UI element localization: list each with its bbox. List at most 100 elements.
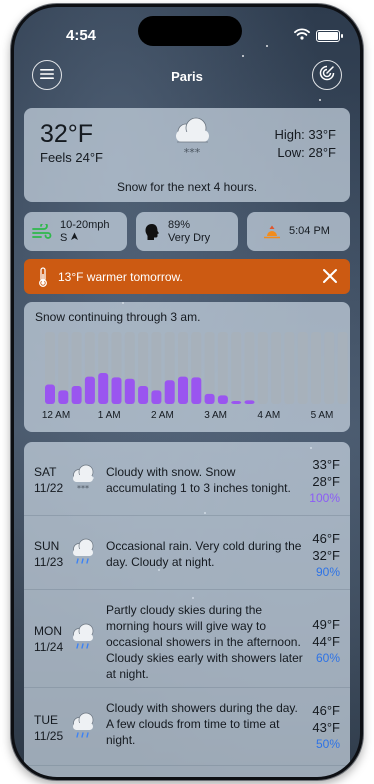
precip-bar [71, 386, 82, 404]
forecast-dow: SAT [34, 465, 57, 479]
forecast-precip-chance: 50% [315, 737, 340, 751]
precip-bar [111, 377, 122, 404]
app-screen: 4:54 Paris 32°F Feels 24°F *** High: 33°… [14, 7, 360, 777]
forecast-row[interactable]: SUN 11/23 Occasional rain. Very cold dur… [24, 516, 350, 590]
hour-label: 1 AM [97, 410, 121, 421]
forecast-dow: MON [34, 624, 62, 638]
forecast-temps: 46°F 32°F 90% [312, 530, 340, 581]
precip-bar [178, 376, 188, 404]
high-temp: High: 33°F [274, 127, 336, 142]
forecast-high: 49°F [312, 617, 340, 632]
precip-bar-track [231, 332, 242, 404]
daily-forecast-card[interactable]: SAT 11/22 *** Cloudy with snow. Snow acc… [24, 442, 350, 777]
precip-bar [58, 390, 69, 404]
head-profile-icon [144, 223, 160, 241]
forecast-temps: 49°F 44°F 60% [312, 616, 340, 667]
wind-speed: 10-20mph [60, 218, 110, 231]
forecast-date: 11/25 [34, 729, 64, 743]
low-temp: Low: 28°F [277, 145, 336, 160]
wind-icon [32, 223, 52, 240]
dynamic-island [138, 16, 242, 46]
forecast-row[interactable]: TUE 11/25 Cloudy with showers during the… [24, 688, 350, 766]
snowflake-dot [266, 45, 268, 47]
humidity-card[interactable]: 89% Very Dry [136, 212, 238, 251]
forecast-description: Cloudy with snow. Snow accumulating 1 to… [106, 465, 291, 495]
sunset-card[interactable]: 5:04 PM [247, 212, 350, 251]
close-icon[interactable] [322, 268, 338, 287]
status-icons [294, 27, 343, 45]
svg-text:***: *** [77, 484, 89, 493]
precip-bar-track [257, 332, 268, 404]
thermometer-icon [38, 266, 48, 287]
hour-label: 2 AM [150, 410, 174, 421]
hour-label: 12 AM [41, 410, 71, 421]
hourly-precip-card[interactable]: Snow continuing through 3 am. 12 AM 1 AM 2… [24, 302, 350, 432]
forecast-day: SUN 11/23 [34, 538, 63, 570]
precip-bar-track [337, 332, 348, 404]
forecast-row[interactable]: MON 11/24 Partly cloudy skies during the… [24, 590, 350, 688]
forecast-date: 11/22 [34, 481, 64, 495]
forecast-date: 11/24 [34, 640, 64, 654]
precip-bar [151, 390, 162, 404]
forecast-day: MON 11/24 [34, 623, 63, 655]
hour-label: 4 AM [257, 410, 281, 421]
sunset-time: 5:04 PM [289, 225, 330, 237]
precip-bar [204, 393, 215, 404]
radar-icon [319, 65, 335, 86]
forecast-precip-chance: 60% [315, 651, 340, 665]
forecast-dow: SUN [34, 539, 60, 553]
forecast-temps: 33°F 28°F 100% [309, 456, 340, 507]
phone-frame: 4:54 Paris 32°F Feels 24°F *** High: 33°… [11, 4, 363, 780]
wind-arrow-icon [70, 232, 79, 244]
wifi-icon [294, 27, 310, 45]
forecast-high: 33°F [312, 457, 340, 472]
forecast-high: 46°F [312, 703, 340, 718]
forecast-description: Partly cloudy skies during the morning h… [106, 603, 303, 681]
snowflake-dot [242, 55, 244, 57]
precip-bar [191, 377, 202, 404]
precip-bar [231, 401, 242, 404]
wind-card[interactable]: 10-20mph S [24, 212, 127, 251]
hour-label: 5 AM [310, 410, 334, 421]
precip-bar [124, 378, 135, 404]
forecast-row[interactable]: SAT 11/22 *** Cloudy with snow. Snow acc… [24, 442, 350, 516]
current-summary: Snow for the next 4 hours. [116, 180, 258, 194]
rain-cloud-icon [70, 623, 96, 658]
radar-button[interactable] [312, 60, 342, 90]
precip-bar-track [271, 332, 282, 404]
precip-bar-track [297, 332, 308, 404]
precip-bar [217, 395, 228, 404]
snowflake-dot [319, 99, 321, 101]
rain-cloud-icon [70, 538, 96, 573]
forecast-low: 28°F [312, 474, 340, 489]
forecast-dow: TUE [34, 713, 58, 727]
precip-bar-track [311, 332, 321, 404]
precip-bar-chart [45, 332, 348, 404]
forecast-date: 11/23 [34, 555, 64, 569]
forecast-description: Occasional rain. Very cold during the da… [106, 539, 302, 569]
forecast-day: SAT 11/22 [34, 464, 63, 496]
forecast-low: 43°F [312, 720, 340, 735]
high-low: High: 33°F Low: 28°F [274, 126, 336, 162]
forecast-precip-chance: 90% [315, 565, 340, 579]
forecast-temps: 46°F 43°F 50% [312, 702, 340, 753]
humidity-value: 89% [168, 218, 191, 231]
current-conditions-card[interactable]: 32°F Feels 24°F *** High: 33°F Low: 28°F… [24, 108, 350, 202]
precip-bar-track [324, 332, 335, 404]
forecast-low: 32°F [312, 548, 340, 563]
feels-like: Feels 24°F [40, 150, 104, 165]
precip-bar [45, 384, 55, 404]
alert-text: 13°F warmer tomorrow. [58, 269, 183, 284]
precip-bar [164, 380, 175, 404]
precip-bar [244, 400, 255, 404]
temperature-alert-banner[interactable]: 13°F warmer tomorrow. [24, 259, 350, 294]
forecast-description: Cloudy with showers during the day. A fe… [106, 701, 298, 747]
battery-icon [316, 30, 343, 42]
forecast-precip-chance: 100% [309, 491, 340, 505]
current-temperature: 32°F [40, 120, 94, 148]
status-time: 4:54 [66, 27, 97, 44]
forecast-low: 44°F [312, 634, 340, 649]
precip-bar-track [284, 332, 295, 404]
humidity-description: Very Dry [168, 231, 211, 244]
rain-cloud-icon [70, 712, 96, 747]
